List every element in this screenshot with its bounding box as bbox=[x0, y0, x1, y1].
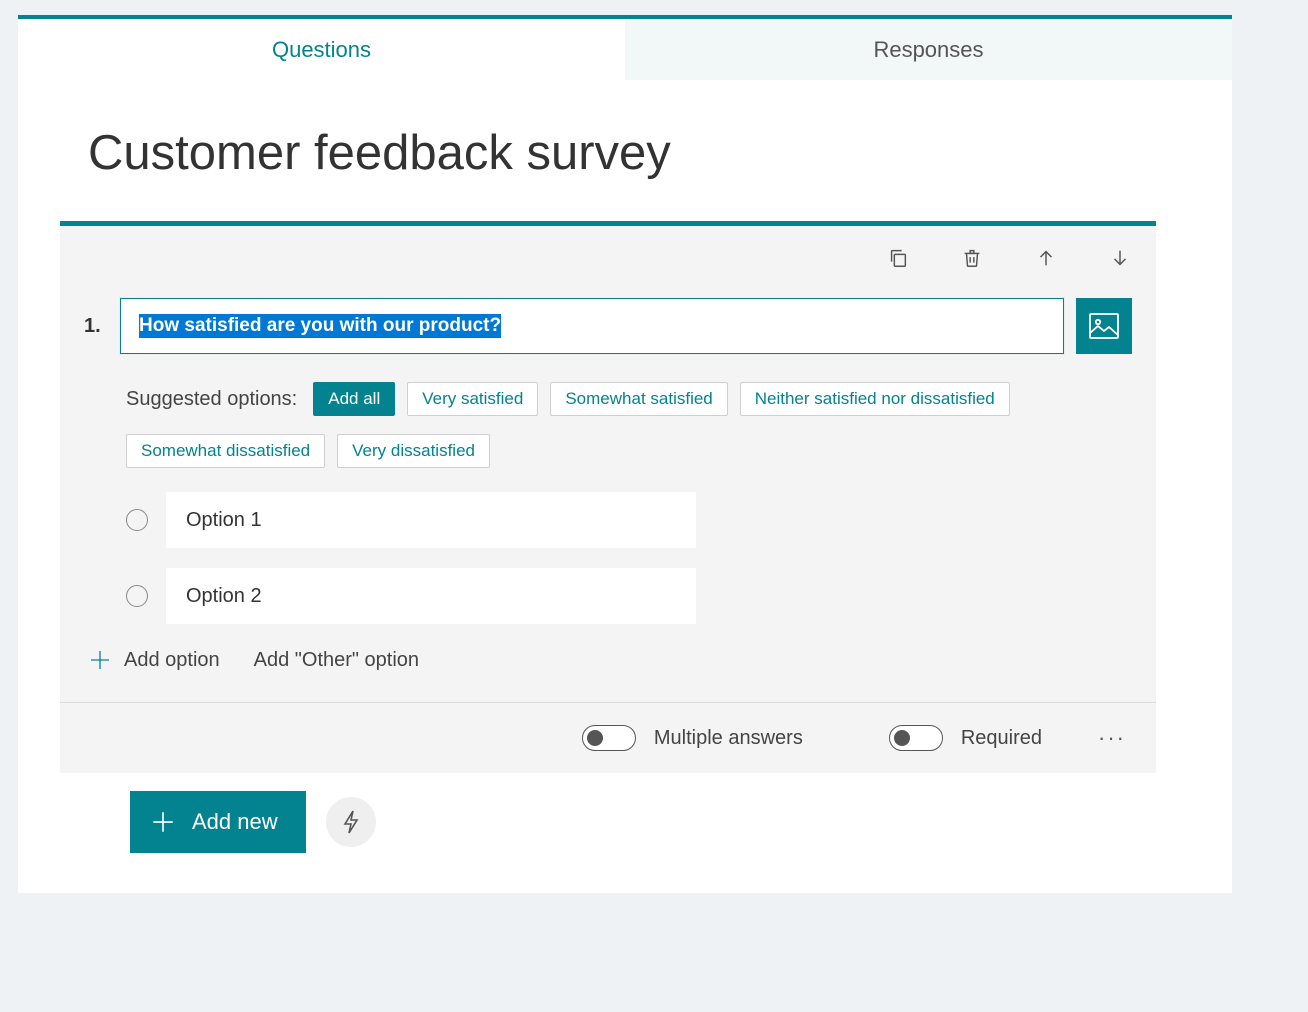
question-text-input[interactable]: How satisfied are you with our product? bbox=[120, 298, 1064, 354]
add-new-label: Add new bbox=[192, 809, 278, 835]
question-row: 1. How satisfied are you with our produc… bbox=[60, 298, 1156, 354]
lightning-icon bbox=[340, 809, 362, 835]
tab-responses[interactable]: Responses bbox=[625, 19, 1232, 80]
required-label: Required bbox=[961, 727, 1042, 750]
tab-responses-label: Responses bbox=[873, 37, 983, 63]
required-toggle[interactable] bbox=[889, 725, 943, 751]
image-icon bbox=[1089, 313, 1119, 339]
tab-questions[interactable]: Questions bbox=[18, 19, 625, 80]
option-row: Option 2 bbox=[126, 568, 1156, 624]
suggested-chip[interactable]: Somewhat satisfied bbox=[550, 382, 727, 416]
suggested-label: Suggested options: bbox=[126, 388, 297, 411]
add-option-button[interactable]: Add option bbox=[88, 648, 220, 672]
question-number: 1. bbox=[84, 315, 108, 338]
add-all-button[interactable]: Add all bbox=[313, 382, 395, 416]
suggested-chip[interactable]: Very dissatisfied bbox=[337, 434, 490, 468]
multiple-answers-toggle-group: Multiple answers bbox=[582, 725, 803, 751]
move-down-icon[interactable] bbox=[1108, 246, 1132, 270]
suggestions-button[interactable] bbox=[326, 797, 376, 847]
move-up-icon[interactable] bbox=[1034, 246, 1058, 270]
options-list: Option 1 Option 2 bbox=[60, 478, 1156, 624]
question-text-selected: How satisfied are you with our product? bbox=[139, 314, 501, 338]
add-options-row: Add option Add "Other" option bbox=[60, 644, 1156, 702]
plus-icon bbox=[88, 648, 112, 672]
add-new-row: Add new bbox=[88, 773, 1176, 893]
question-toolbar bbox=[60, 246, 1156, 270]
option-row: Option 1 bbox=[126, 492, 1156, 548]
suggested-chip[interactable]: Somewhat dissatisfied bbox=[126, 434, 325, 468]
question-card: 1. How satisfied are you with our produc… bbox=[60, 221, 1156, 773]
add-other-option-button[interactable]: Add "Other" option bbox=[254, 649, 419, 672]
add-new-button[interactable]: Add new bbox=[130, 791, 306, 853]
form-title[interactable]: Customer feedback survey bbox=[88, 125, 1176, 181]
radio-icon bbox=[126, 585, 148, 607]
tab-bar: Questions Responses bbox=[18, 15, 1232, 80]
option-input[interactable]: Option 2 bbox=[166, 568, 696, 624]
suggested-chip[interactable]: Very satisfied bbox=[407, 382, 538, 416]
suggested-options: Suggested options: Add all Very satisfie… bbox=[60, 354, 1156, 478]
delete-icon[interactable] bbox=[960, 246, 984, 270]
add-image-button[interactable] bbox=[1076, 298, 1132, 354]
option-text: Option 2 bbox=[186, 585, 262, 608]
add-option-label: Add option bbox=[124, 649, 220, 672]
required-toggle-group: Required bbox=[889, 725, 1042, 751]
content-area: Customer feedback survey 1. bbox=[18, 80, 1232, 893]
copy-icon[interactable] bbox=[886, 246, 910, 270]
option-input[interactable]: Option 1 bbox=[166, 492, 696, 548]
radio-icon bbox=[126, 509, 148, 531]
suggested-chip[interactable]: Neither satisfied nor dissatisfied bbox=[740, 382, 1010, 416]
form-editor-card: Questions Responses Customer feedback su… bbox=[18, 15, 1232, 893]
option-text: Option 1 bbox=[186, 509, 262, 532]
multiple-answers-toggle[interactable] bbox=[582, 725, 636, 751]
question-footer: Multiple answers Required ··· bbox=[60, 702, 1156, 773]
more-options-icon[interactable]: ··· bbox=[1098, 725, 1126, 751]
multiple-answers-label: Multiple answers bbox=[654, 727, 803, 750]
tab-questions-label: Questions bbox=[272, 37, 371, 63]
plus-icon bbox=[150, 809, 176, 835]
add-other-label: Add "Other" option bbox=[254, 649, 419, 672]
